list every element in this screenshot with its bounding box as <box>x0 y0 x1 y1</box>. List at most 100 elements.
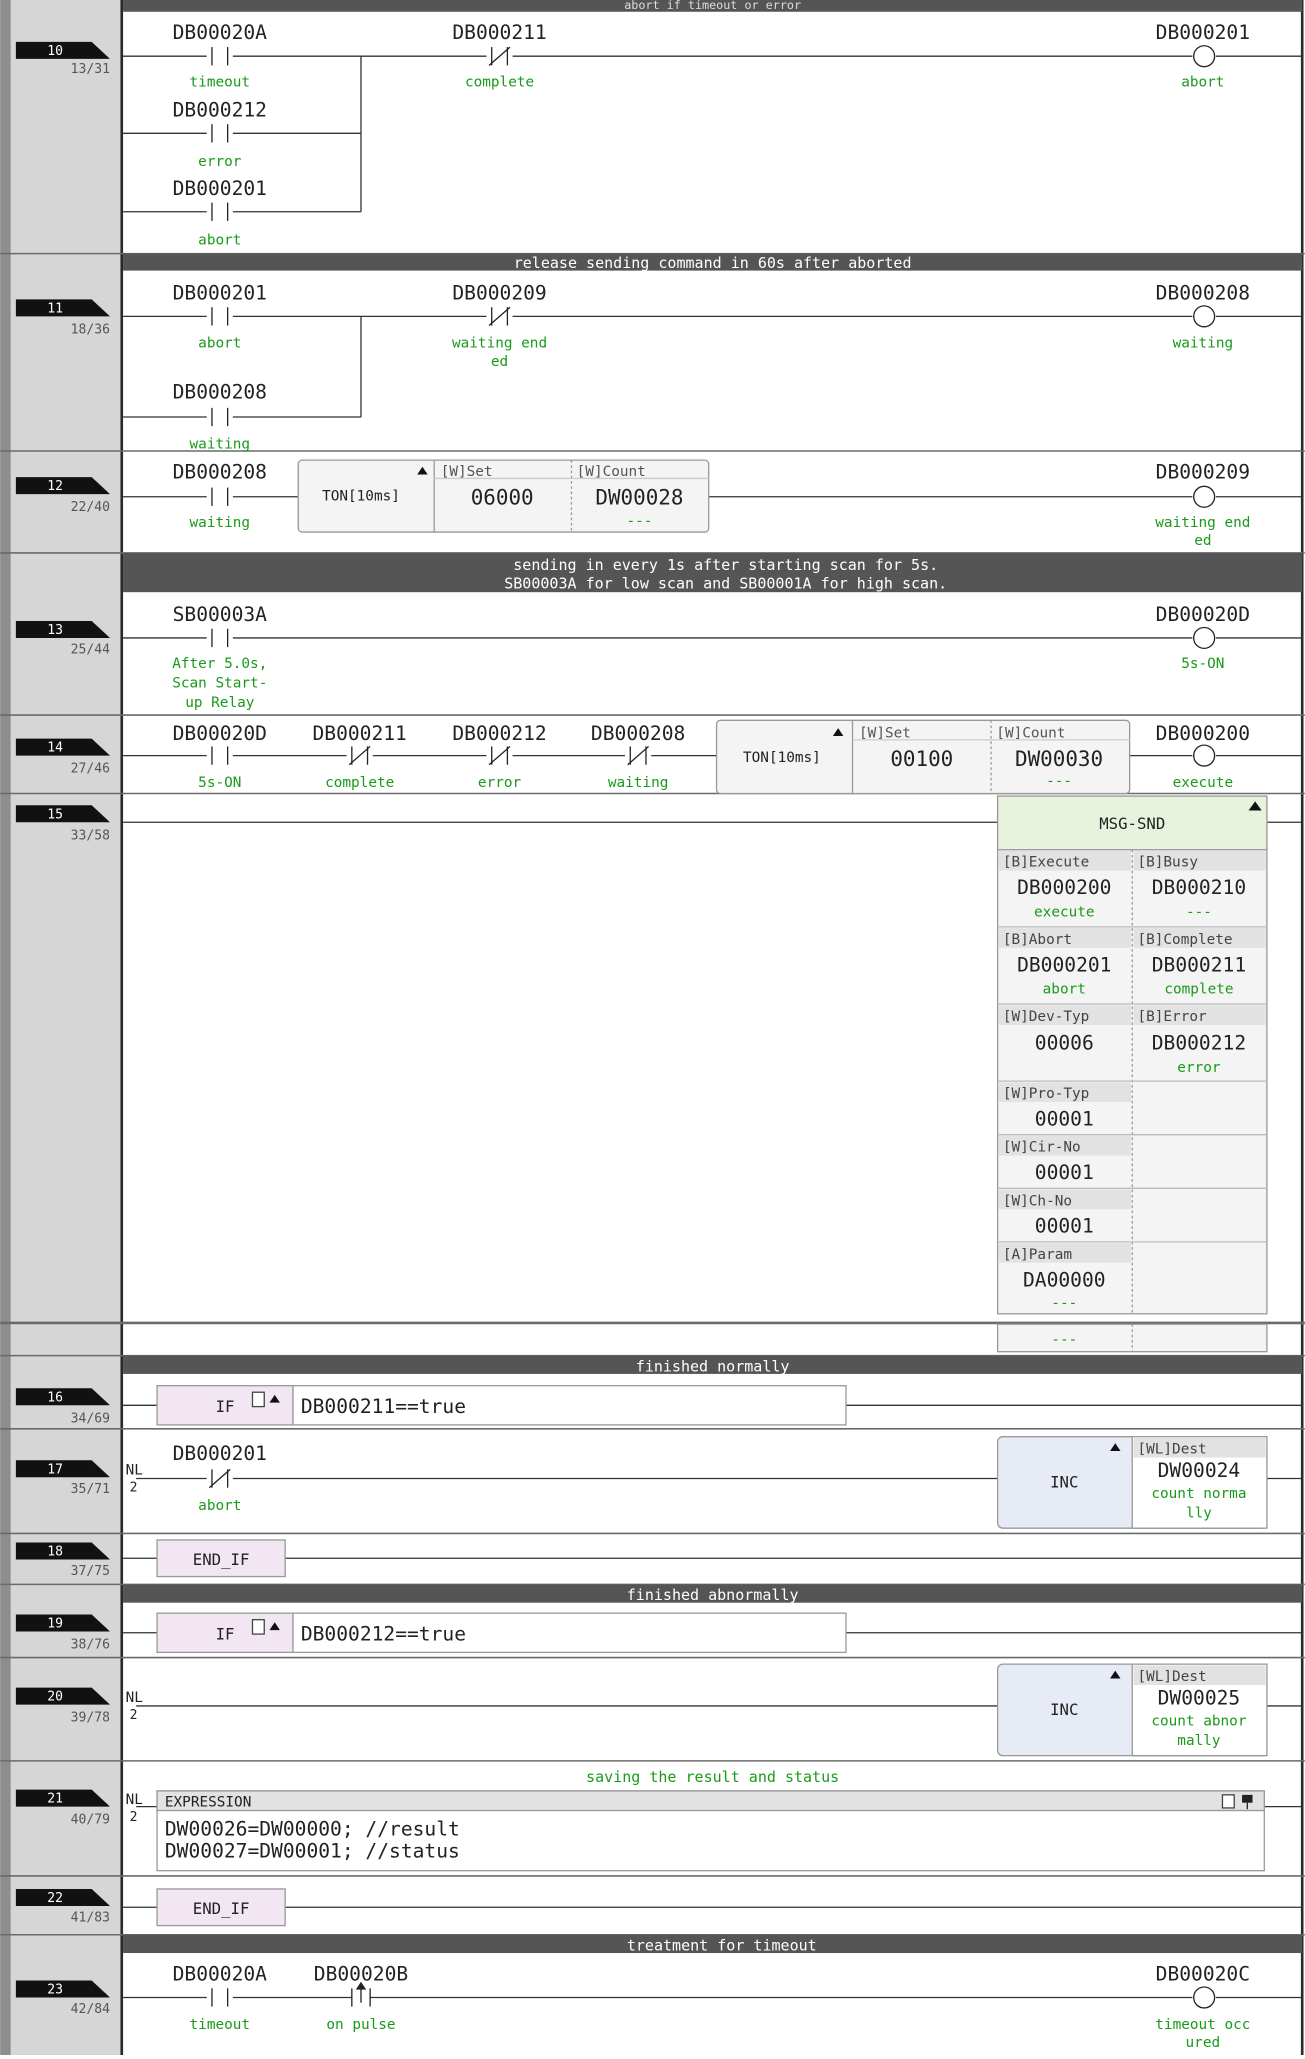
fb-pin-param-label: --- <box>1051 1295 1077 1311</box>
coil-label: ured <box>1186 2035 1221 2051</box>
coil-db00020d[interactable] <box>1193 626 1216 650</box>
if-instruction[interactable]: IF DB000212==true <box>156 1612 847 1654</box>
contact-label: abort <box>198 232 241 248</box>
svg-text:25/44: 25/44 <box>71 643 110 658</box>
timer-type: TON[10ms] <box>322 489 400 505</box>
fb-pin-busy-value: DB000210 <box>1152 876 1246 899</box>
nest-depth: 2 <box>130 1810 138 1825</box>
nest-depth: 2 <box>130 1708 138 1723</box>
end-if-instruction[interactable]: END_IF <box>156 1539 286 1578</box>
document-icon[interactable] <box>251 1391 265 1408</box>
contact-address: DB000201 <box>173 1442 267 1465</box>
expression-block[interactable]: EXPRESSION DW00026=DW00000; //result DW0… <box>156 1790 1265 1872</box>
fb-pin-abort-label: abort <box>1043 982 1086 998</box>
coil-label: waiting end <box>1155 515 1250 531</box>
svg-text:20: 20 <box>47 1690 63 1705</box>
nc-contact-db000208[interactable] <box>627 745 650 766</box>
fb-pin-error: [B]Error <box>1137 1009 1207 1025</box>
end-if-instruction[interactable]: END_IF <box>156 1888 286 1927</box>
contact-db000208[interactable] <box>211 407 229 427</box>
nc-contact-db000212[interactable] <box>488 745 511 766</box>
rising-edge-contact-db00020b[interactable] <box>351 1981 371 2007</box>
svg-text:23: 23 <box>47 1983 63 1998</box>
nest-level: NL <box>126 1690 143 1706</box>
svg-text:39/78: 39/78 <box>71 1711 110 1726</box>
ton-timer-block[interactable]: TON[10ms] [W]Set 00100 [W]Count DW00030 … <box>715 719 1131 795</box>
nc-contact-db000209[interactable] <box>488 306 511 326</box>
contact-label: waiting <box>608 775 669 791</box>
nc-contact-db000211[interactable] <box>348 745 371 766</box>
svg-text:22/40: 22/40 <box>71 500 110 515</box>
fb-pin-param: [A]Param <box>1003 1247 1072 1263</box>
contact-db00020a[interactable] <box>211 47 229 66</box>
coil-db00020c[interactable] <box>1193 1986 1216 2009</box>
coil-db000208[interactable] <box>1193 305 1216 328</box>
coil-db000200[interactable] <box>1193 744 1216 767</box>
contact-db000201[interactable] <box>211 202 229 221</box>
comment-rung-10: abort if timeout or error <box>624 0 801 12</box>
comment-rung-11: release sending command in 60s after abo… <box>514 254 912 272</box>
ladder-editor: abort if timeout or error release sendin… <box>0 0 1305 2055</box>
svg-text:16: 16 <box>47 1390 63 1405</box>
dest-register: DW00024 <box>1158 1459 1241 1482</box>
fb-pin-complete-label: complete <box>1164 982 1233 998</box>
msg-snd-function-block[interactable]: MSG-SND [B]Execute DB000200 execute [B]B… <box>996 795 1268 1315</box>
contact-sb00003a[interactable] <box>211 628 229 648</box>
contact-db000208[interactable] <box>211 487 229 506</box>
expression-line: DW00027=DW00001; //status <box>165 1840 460 1863</box>
contact-db000201[interactable] <box>211 307 229 326</box>
fb-title: MSG-SND <box>1099 814 1165 833</box>
coil-db000209[interactable] <box>1193 485 1216 508</box>
fb-pin-ch-no-value: 00001 <box>1035 1215 1094 1238</box>
svg-text:19: 19 <box>47 1617 63 1632</box>
contact-address: DB000211 <box>452 21 546 44</box>
contact-address: DB000201 <box>173 177 267 200</box>
if-keyword: IF <box>216 1397 235 1416</box>
contact-db000212[interactable] <box>211 124 229 143</box>
if-instruction[interactable]: IF DB000211==true <box>156 1385 847 1426</box>
contact-address: DB000208 <box>173 460 267 483</box>
contact-label: timeout <box>190 2017 251 2033</box>
document-icon[interactable] <box>1221 1794 1235 1809</box>
contact-db00020a[interactable] <box>211 1988 229 2007</box>
comment-rung-16: finished normally <box>636 1357 790 1375</box>
contact-label: up Relay <box>185 695 255 711</box>
ton-timer-block[interactable]: TON[10ms] [W]Set 06000 [W]Count DW00028 … <box>297 459 710 533</box>
coil-db000201[interactable] <box>1193 45 1216 68</box>
contact-address: SB00003A <box>173 603 268 626</box>
inc-instruction-block[interactable]: INC [WL]Dest DW00025 count abnor mally <box>996 1663 1268 1757</box>
set-value: 00100 <box>890 747 953 771</box>
end-if-keyword: END_IF <box>193 1899 250 1918</box>
rung-11 <box>123 315 1303 418</box>
coil-label: execute <box>1173 775 1234 791</box>
fb-pin-busy: [B]Busy <box>1137 855 1198 871</box>
comment-rung-13-line2: SB00003A for low scan and SB00001A for h… <box>504 574 947 592</box>
count-register: DW00028 <box>595 486 683 510</box>
svg-text:13: 13 <box>47 623 63 638</box>
svg-text:27/46: 27/46 <box>71 762 110 777</box>
coil-address: DB000201 <box>1156 21 1250 44</box>
set-value: 06000 <box>471 486 534 510</box>
contact-address: DB00020A <box>173 21 268 44</box>
svg-text:18: 18 <box>47 1545 63 1560</box>
fb-pin-execute-label: execute <box>1034 904 1095 920</box>
set-header: [W]Set <box>859 725 911 741</box>
inc-instruction-block[interactable]: INC [WL]Dest DW00024 count norma lly <box>996 1436 1268 1529</box>
nc-contact-db000211[interactable] <box>488 46 511 66</box>
svg-text:21: 21 <box>47 1792 63 1807</box>
comment-rung-19: finished abnormally <box>627 1586 799 1604</box>
svg-text:15: 15 <box>47 807 63 822</box>
nc-contact-db000201[interactable] <box>208 1468 231 1489</box>
svg-text:35/71: 35/71 <box>71 1482 110 1497</box>
coil-label: waiting <box>1173 336 1234 352</box>
document-icon[interactable] <box>251 1619 265 1635</box>
instruction-name: INC <box>1050 1473 1078 1492</box>
fb-pin-error-value: DB000212 <box>1152 1032 1246 1055</box>
contact-db00020d[interactable] <box>211 746 229 765</box>
fb-pin-dev-typ: [W]Dev-Typ <box>1003 1009 1089 1025</box>
pin-icon[interactable] <box>1242 1794 1253 1803</box>
contact-label: abort <box>198 1498 241 1514</box>
svg-text:12: 12 <box>47 479 63 494</box>
contact-label: waiting end <box>452 336 547 352</box>
fb-pin-complete: [B]Complete <box>1137 932 1232 948</box>
